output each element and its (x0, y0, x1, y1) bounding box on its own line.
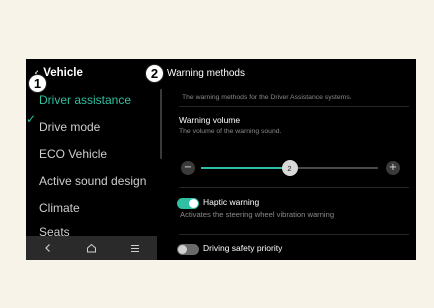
warning-volume-subtitle: The volume of the warning sound. (179, 128, 282, 135)
volume-slider-fill (201, 167, 290, 169)
sidebar-item-active-sound-design[interactable]: Active sound design (39, 174, 146, 188)
haptic-warning-toggle[interactable] (177, 198, 199, 209)
infotainment-screen: ‹ Vehicle 2 Warning methods ✓ Driver ass… (26, 59, 416, 260)
driving-safety-priority-label: Driving safety priority (203, 243, 283, 253)
callout-2-marker: 2 (145, 63, 164, 83)
sidebar-item-drive-mode[interactable]: Drive mode (39, 120, 100, 134)
toggle-knob (178, 245, 187, 254)
sidebar-item-eco-vehicle[interactable]: ECO Vehicle (39, 147, 107, 161)
volume-increase-button[interactable]: + (386, 161, 400, 175)
volume-slider-thumb[interactable]: 2 (281, 160, 298, 176)
vehicle-title: Vehicle (43, 67, 83, 79)
sidebar-item-seats[interactable]: Seats (39, 225, 70, 236)
callout-1-marker: 1 (28, 74, 47, 93)
sidebar-menu: ✓ Driver assistance Drive mode ECO Vehic… (26, 86, 156, 236)
chevron-left-icon[interactable] (33, 238, 63, 258)
sidebar-item-driver-assistance[interactable]: Driver assistance (39, 93, 131, 107)
divider (179, 187, 409, 188)
sidebar-item-climate[interactable]: Climate (39, 201, 80, 215)
toggle-knob (189, 199, 198, 208)
panel-description: The warning methods for the Driver Assis… (182, 94, 352, 101)
driving-safety-priority-toggle[interactable] (177, 244, 199, 255)
warning-methods-header: 2 Warning methods (145, 63, 245, 83)
checkmark-icon: ✓ (26, 112, 37, 126)
sidebar-scrollbar[interactable] (160, 89, 162, 159)
menu-icon[interactable] (120, 238, 150, 258)
warning-volume-title: Warning volume (179, 115, 241, 125)
home-icon[interactable] (76, 238, 106, 258)
haptic-warning-label: Haptic warning (203, 197, 260, 207)
bottom-nav-bar (26, 236, 157, 260)
warning-methods-panel: The warning methods for the Driver Assis… (169, 86, 416, 260)
volume-decrease-button[interactable]: − (181, 161, 195, 175)
divider (179, 106, 409, 107)
divider (179, 234, 409, 235)
haptic-warning-description: Activates the steering wheel vibration w… (180, 210, 335, 219)
warning-methods-title: Warning methods (167, 67, 245, 79)
